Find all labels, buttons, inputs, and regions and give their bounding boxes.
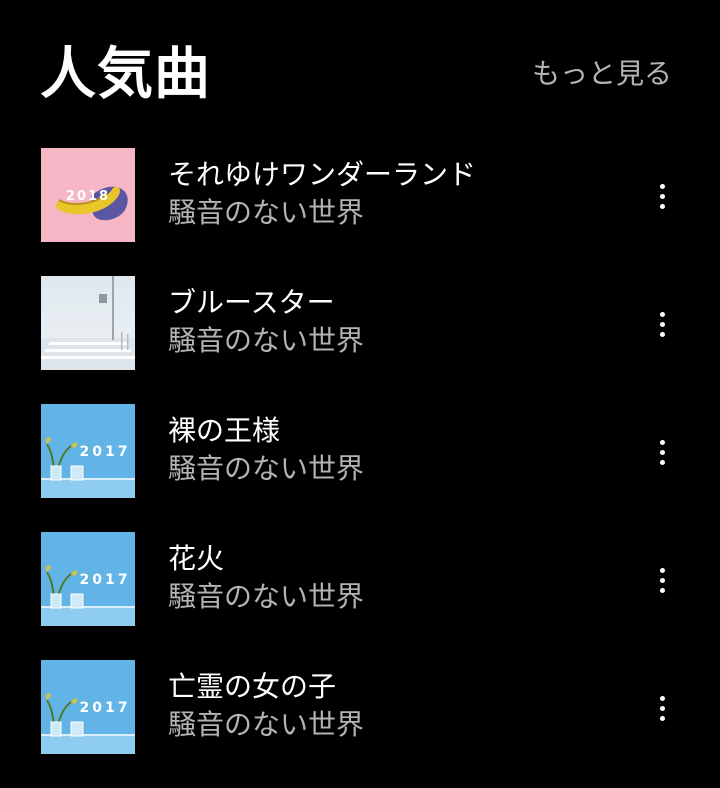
see-more-link[interactable]: もっと見る xyxy=(532,54,672,94)
cover-year-label: 2018 xyxy=(66,189,110,204)
track-artist: 騒音のない世界 xyxy=(168,196,365,229)
section-header: 人気曲 もっと見る xyxy=(40,40,672,110)
more-vertical-icon[interactable] xyxy=(642,688,682,728)
track-title: 亡霊の女の子 xyxy=(168,670,337,703)
cover-year-label: 2017 xyxy=(80,444,131,460)
album-cover-plant-art: 2017 xyxy=(41,532,135,626)
track-text: それゆけワンダーランド 騒音のない世界 xyxy=(168,156,610,232)
album-cover: 2017 xyxy=(41,532,135,626)
track-title: それゆけワンダーランド xyxy=(168,158,477,191)
cover-year-label: 2017 xyxy=(80,572,131,588)
album-cover-plant-art: 2017 xyxy=(41,660,135,754)
album-cover-banana-art: 2018 xyxy=(41,148,135,242)
album-cover: 2017 xyxy=(41,660,135,754)
track-row[interactable]: ブルースター 騒音のない世界 xyxy=(0,276,720,372)
more-vertical-icon[interactable] xyxy=(642,432,682,472)
track-artist: 騒音のない世界 xyxy=(168,452,365,485)
album-cover-plant-art: 2017 xyxy=(41,404,135,498)
track-text: 裸の王様 騒音のない世界 xyxy=(168,412,610,488)
track-artist: 騒音のない世界 xyxy=(168,708,365,741)
album-cover xyxy=(41,276,135,370)
track-row[interactable]: 2017 裸の王様 騒音のない世界 xyxy=(0,404,720,500)
track-title: 裸の王様 xyxy=(168,414,281,447)
album-cover-crosswalk-art xyxy=(41,276,135,370)
track-row[interactable]: 2017 花火 騒音のない世界 xyxy=(0,532,720,628)
cover-year-label: 2017 xyxy=(80,700,131,716)
more-vertical-icon[interactable] xyxy=(642,560,682,600)
album-cover: 2018 xyxy=(41,148,135,242)
track-text: ブルースター 騒音のない世界 xyxy=(168,284,610,360)
more-vertical-icon[interactable] xyxy=(642,176,682,216)
track-artist: 騒音のない世界 xyxy=(168,324,365,357)
track-artist: 騒音のない世界 xyxy=(168,580,365,613)
track-text: 亡霊の女の子 騒音のない世界 xyxy=(168,668,610,744)
more-vertical-icon[interactable] xyxy=(642,304,682,344)
track-row[interactable]: 2017 亡霊の女の子 騒音のない世界 xyxy=(0,660,720,756)
track-text: 花火 騒音のない世界 xyxy=(168,540,610,616)
album-cover: 2017 xyxy=(41,404,135,498)
track-row[interactable]: 2018 それゆけワンダーランド 騒音のない世界 xyxy=(0,148,720,244)
section-title: 人気曲 xyxy=(40,42,211,107)
track-title: 花火 xyxy=(168,542,225,575)
track-title: ブルースター xyxy=(168,286,335,319)
popular-tracks-list: 2018 それゆけワンダーランド 騒音のない世界 ブルースター 騒音のない世界 … xyxy=(0,148,720,788)
